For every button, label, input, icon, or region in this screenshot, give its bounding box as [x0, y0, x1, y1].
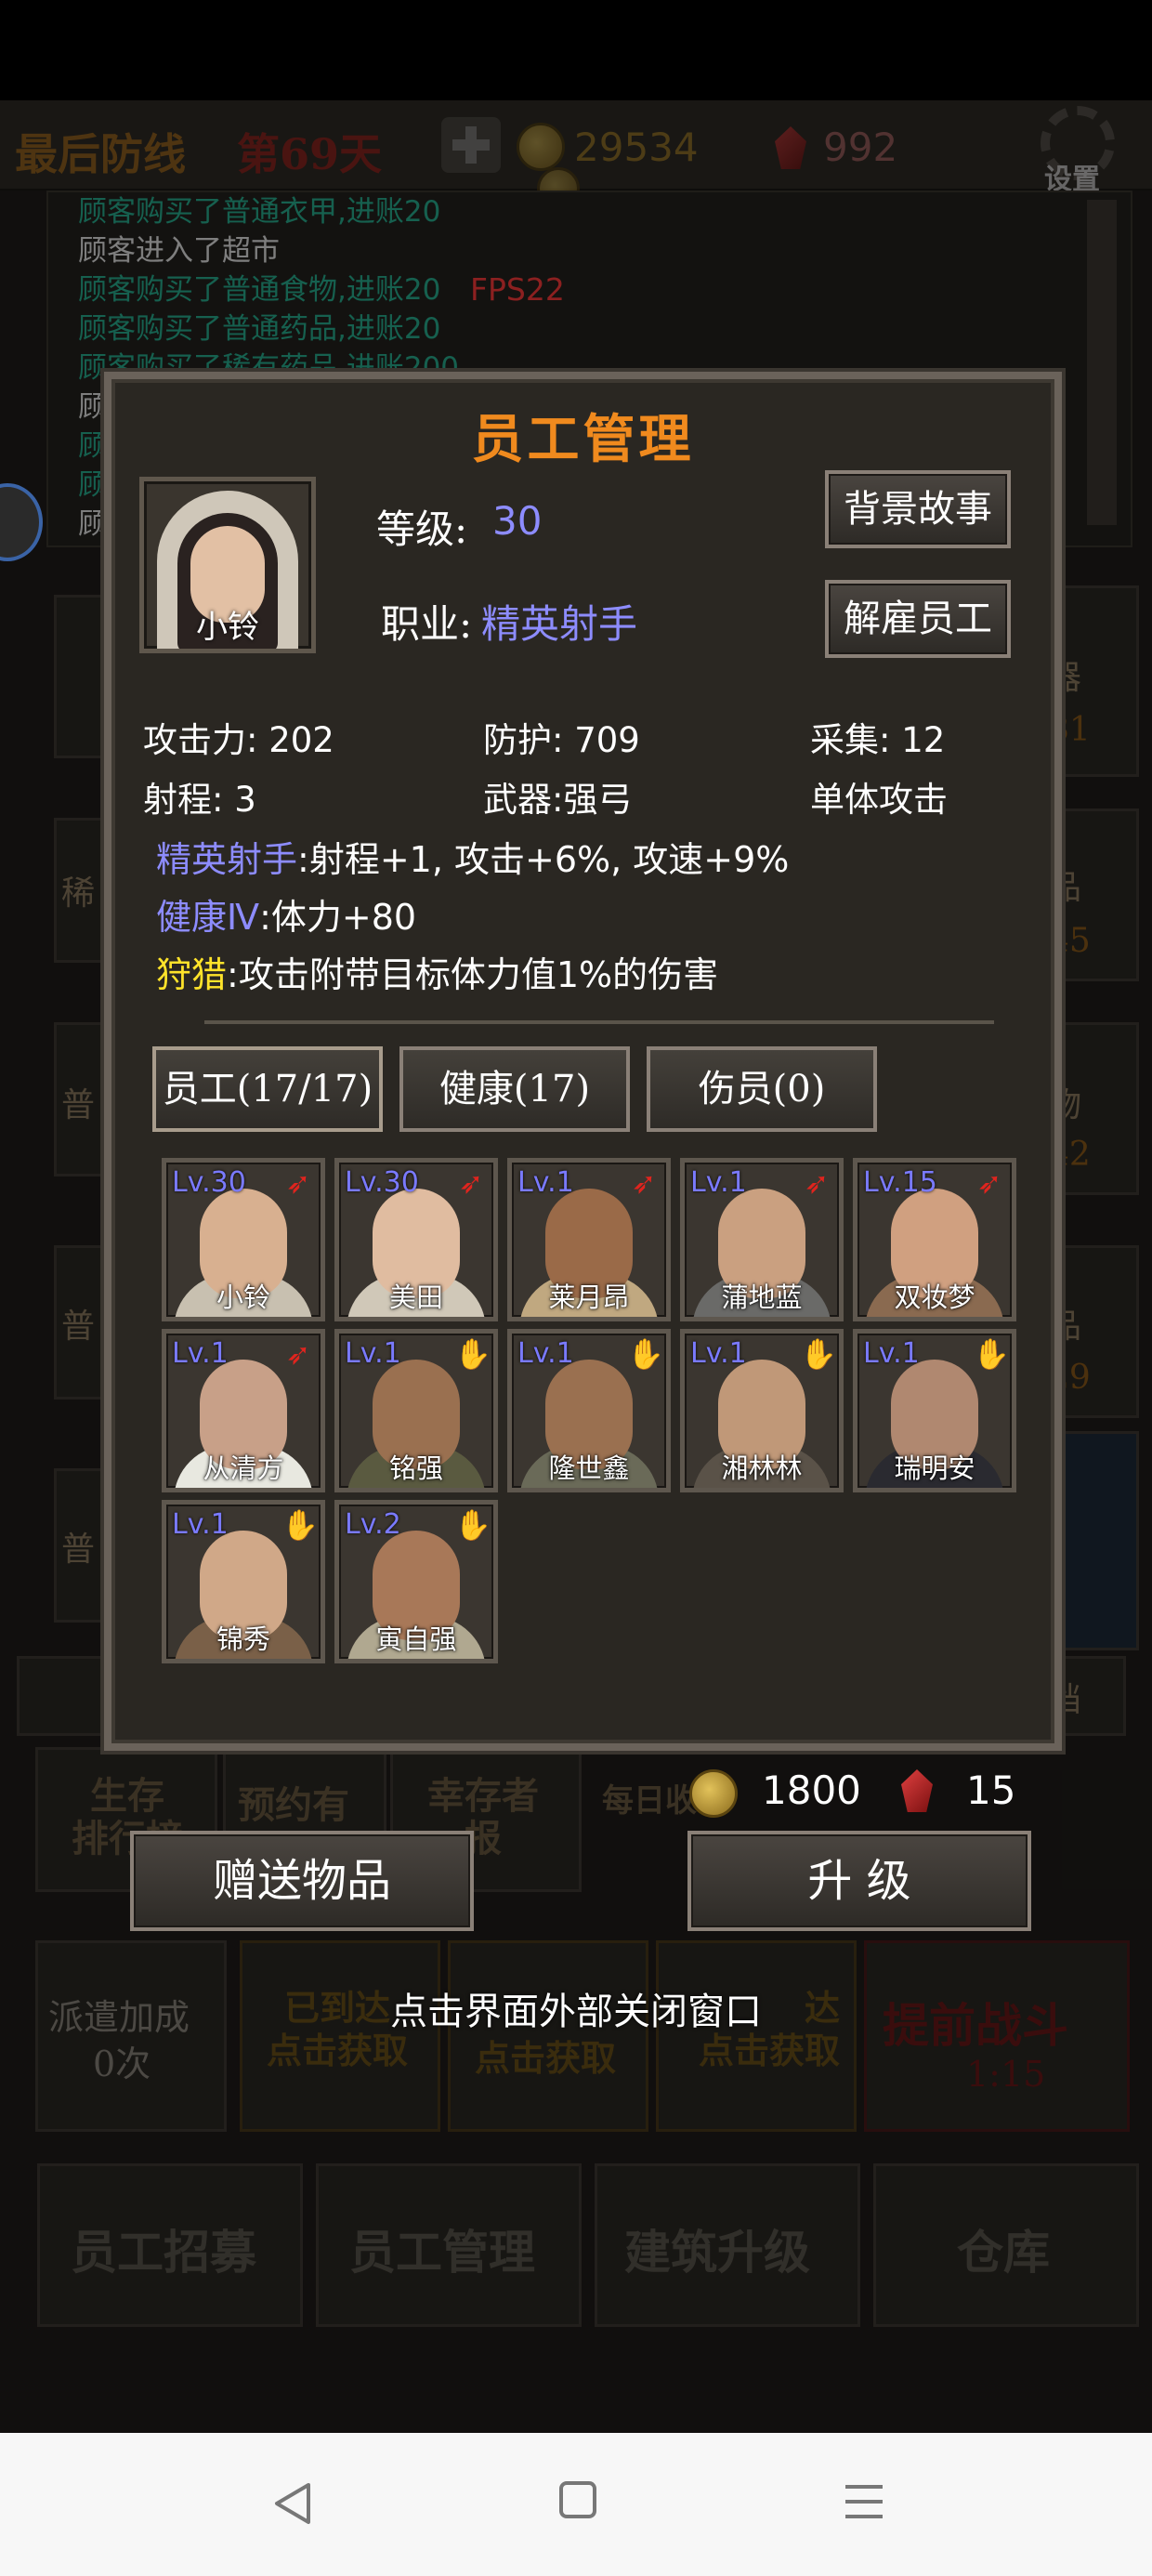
- glove-icon: ✋: [800, 1336, 837, 1372]
- staff-card[interactable]: Lv.1 ✋ 隆世鑫: [507, 1329, 671, 1492]
- trait-name: 精英射手: [156, 839, 298, 880]
- staff-management-dialog: 员工管理 小铃 等级: 30 职业: 精英射手 背景故事 解雇员工 攻击力: 2…: [104, 372, 1062, 1751]
- staff-level: Lv.1: [345, 1337, 401, 1370]
- staff-card[interactable]: Lv.1 ✋ 瑞明安: [853, 1329, 1016, 1492]
- trait-name: 健康Ⅳ: [156, 897, 260, 938]
- staff-card[interactable]: Lv.1 ➶ 蒲地蓝: [680, 1158, 844, 1321]
- glove-icon: ✋: [973, 1336, 1010, 1372]
- trait-name: 狩猎: [156, 954, 228, 995]
- staff-name: 隆世鑫: [548, 1452, 630, 1484]
- staff-card[interactable]: Lv.30 ➶ 美田: [334, 1158, 498, 1321]
- staff-level: Lv.2: [345, 1508, 401, 1541]
- staff-card[interactable]: Lv.15 ➶ 双妆梦: [853, 1158, 1016, 1321]
- staff-card[interactable]: Lv.1 ➶ 从清方: [162, 1329, 325, 1492]
- glove-icon: ✋: [454, 1507, 491, 1543]
- trait-line: 精英射手:射程+1, 攻击+6%, 攻速+9%: [156, 831, 789, 882]
- staff-level: Lv.1: [172, 1508, 229, 1541]
- coin-icon: [689, 1769, 738, 1818]
- glove-icon: ✋: [281, 1507, 319, 1543]
- staff-name: 从清方: [203, 1452, 284, 1484]
- dismiss-staff-button[interactable]: 解雇员工: [825, 580, 1011, 658]
- range-stat: 射程: 3: [143, 780, 256, 820]
- staff-level: Lv.30: [345, 1166, 419, 1199]
- gather-stat: 采集: 12: [810, 720, 946, 760]
- staff-name: 湘林林: [721, 1452, 803, 1484]
- upgrade-gem-cost: 15: [966, 1768, 1016, 1813]
- selected-staff-name: 小铃: [196, 609, 259, 646]
- bow-icon: ➶: [976, 1165, 1002, 1201]
- staff-card[interactable]: Lv.1 ➶ 莱月昂: [507, 1158, 671, 1321]
- staff-level: Lv.1: [863, 1337, 920, 1370]
- staff-name: 锦秀: [216, 1623, 270, 1655]
- weapon-stat: 武器:强弓: [483, 780, 633, 820]
- trait-line: 健康Ⅳ:体力+80: [156, 888, 416, 940]
- attack-stat: 攻击力: 202: [143, 720, 334, 760]
- staff-level: Lv.15: [863, 1166, 937, 1199]
- trait-desc: :射程+1, 攻击+6%, 攻速+9%: [297, 839, 790, 880]
- dialog-title: 员工管理: [471, 409, 695, 470]
- back-icon[interactable]: [269, 2479, 316, 2528]
- divider: [204, 1020, 994, 1024]
- defense-stat: 防护: 709: [483, 720, 640, 760]
- job-label: 职业:: [381, 601, 473, 647]
- bow-icon: ➶: [631, 1165, 657, 1201]
- staff-card[interactable]: Lv.30 ➶ 小铃: [162, 1158, 325, 1321]
- level-value: 30: [492, 498, 543, 544]
- trait-desc: :攻击附带目标体力值1%的伤害: [227, 954, 719, 995]
- status-bar: [0, 0, 1152, 100]
- bow-icon: ➶: [458, 1165, 484, 1201]
- system-nav-bar: [0, 2433, 1152, 2576]
- staff-level: Lv.1: [517, 1166, 574, 1199]
- tab-injured[interactable]: 伤员(0): [647, 1046, 877, 1132]
- tab-healthy[interactable]: 健康(17): [399, 1046, 630, 1132]
- staff-name: 莱月昂: [548, 1281, 630, 1313]
- selected-staff-portrait: 小铃: [139, 477, 316, 653]
- attack-type-stat: 单体攻击: [810, 780, 948, 820]
- staff-level: Lv.30: [172, 1166, 246, 1199]
- menu-icon[interactable]: [842, 2481, 886, 2522]
- staff-grid: Lv.30 ➶ 小铃 Lv.30 ➶ 美田 Lv.1 ➶ 莱月昂 Lv.1 ➶ 蒲地蓝 Lv.15 ➶ 双妆…: [162, 1158, 1016, 1678]
- staff-name: 双妆梦: [894, 1281, 975, 1313]
- home-icon[interactable]: [557, 2479, 598, 2520]
- close-hint: 点击界面外部关闭窗口: [390, 1991, 762, 2033]
- staff-name: 美田: [388, 1281, 443, 1313]
- staff-level: Lv.1: [690, 1166, 747, 1199]
- staff-level: Lv.1: [172, 1337, 229, 1370]
- job-value: 精英射手: [481, 601, 638, 647]
- staff-name: 瑞明安: [894, 1452, 975, 1484]
- staff-level: Lv.1: [690, 1337, 747, 1370]
- staff-card[interactable]: Lv.1 ✋ 锦秀: [162, 1500, 325, 1663]
- staff-card[interactable]: Lv.1 ✋ 铭强: [334, 1329, 498, 1492]
- staff-name: 寅自强: [375, 1623, 457, 1655]
- bow-icon: ➶: [285, 1165, 311, 1201]
- level-label: 等级:: [376, 506, 468, 552]
- staff-level: Lv.1: [517, 1337, 574, 1370]
- glove-icon: ✋: [454, 1336, 491, 1372]
- glove-icon: ✋: [627, 1336, 664, 1372]
- staff-card[interactable]: Lv.2 ✋ 寅自强: [334, 1500, 498, 1663]
- staff-card[interactable]: Lv.1 ✋ 湘林林: [680, 1329, 844, 1492]
- staff-name: 小铃: [216, 1281, 270, 1313]
- bow-icon: ➶: [804, 1165, 830, 1201]
- upgrade-button[interactable]: 升 级: [687, 1831, 1031, 1931]
- tab-all-staff[interactable]: 员工(17/17): [152, 1046, 383, 1132]
- background-story-button[interactable]: 背景故事: [825, 470, 1011, 548]
- upgrade-coin-cost: 1800: [762, 1768, 861, 1813]
- trait-desc: :体力+80: [259, 897, 417, 938]
- gift-item-button[interactable]: 赠送物品: [130, 1831, 474, 1931]
- trait-line: 狩猎:攻击附带目标体力值1%的伤害: [156, 946, 718, 997]
- bow-icon: ➶: [285, 1336, 311, 1372]
- staff-name: 蒲地蓝: [721, 1281, 803, 1313]
- staff-name: 铭强: [388, 1452, 443, 1484]
